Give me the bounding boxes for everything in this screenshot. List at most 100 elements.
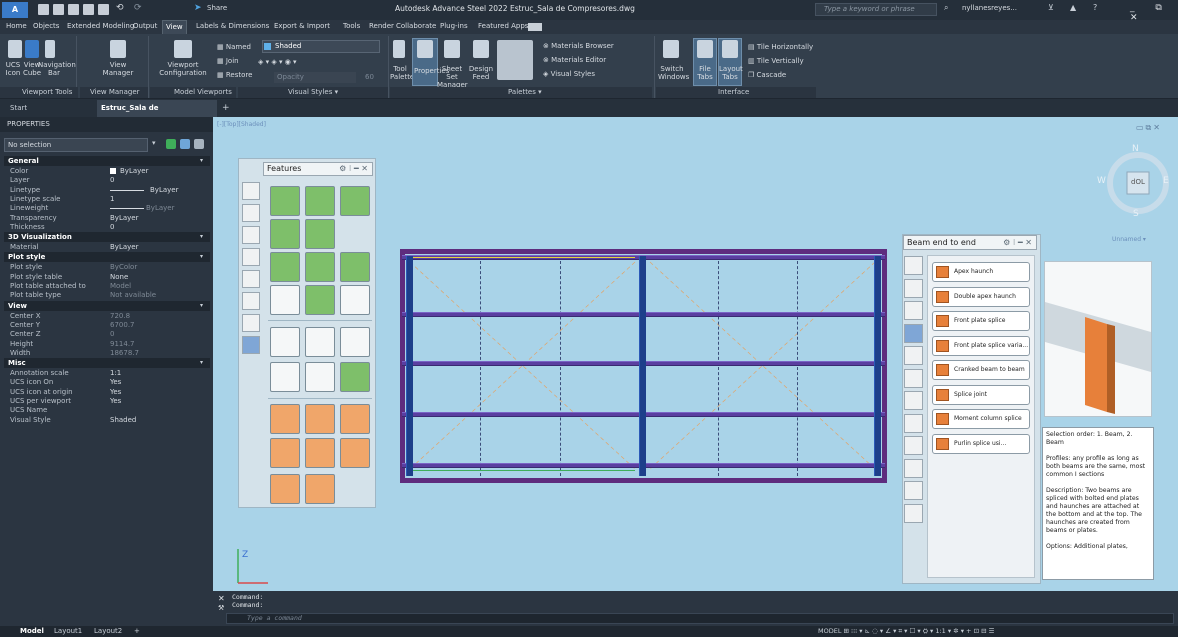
property-value[interactable]: Yes — [110, 388, 121, 396]
tab-output[interactable]: Output — [133, 22, 157, 30]
tab-render[interactable]: Render — [369, 22, 394, 30]
joint-item[interactable]: Front plate splice — [932, 311, 1030, 331]
visual-style-tools[interactable]: ◈ ▾ ◈ ▾ ◉ ▾ — [258, 58, 297, 66]
property-value[interactable]: ByLayer — [150, 186, 178, 194]
column-middle[interactable] — [639, 256, 646, 476]
tab-view[interactable]: View — [162, 20, 187, 34]
pin-tool-icon[interactable] — [904, 413, 923, 433]
select-objects-icon[interactable] — [180, 139, 190, 149]
tab-layout1[interactable]: Layout1 — [54, 627, 82, 635]
selection-dropdown[interactable]: No selection — [4, 138, 148, 152]
pattern-tool-icon[interactable] — [242, 336, 260, 354]
feature-tool-icon[interactable] — [305, 285, 335, 315]
view-manager-button[interactable]: View Manager — [100, 61, 136, 77]
tab-objects[interactable]: Objects — [33, 22, 59, 30]
joint-item[interactable]: Front plate splice varia... — [932, 335, 1030, 356]
feature-tool-icon[interactable] — [340, 404, 370, 434]
save-as-icon[interactable] — [83, 4, 94, 15]
materials-editor-button[interactable]: ⊗ Materials Editor — [543, 56, 606, 64]
property-value[interactable]: ByLayer — [120, 167, 148, 175]
plot-icon[interactable] — [98, 4, 109, 15]
switch-windows-button[interactable]: Switch Windows — [658, 65, 689, 81]
feature-tool-icon[interactable] — [340, 285, 370, 315]
compass-east[interactable]: E — [1163, 176, 1169, 186]
property-value[interactable]: 720.8 — [110, 312, 130, 320]
column-right[interactable] — [874, 256, 881, 476]
user-account[interactable]: nyllanesreyes... — [962, 4, 1017, 12]
palette-icons[interactable] — [497, 40, 533, 80]
feature-tool-icon[interactable] — [340, 186, 370, 216]
tab-featured-apps[interactable]: Featured Apps — [478, 22, 528, 30]
ucs-icon-button[interactable]: UCS Icon — [3, 61, 23, 77]
status-bar-tools[interactable]: MODEL ⊞ ⁝⁝⁝ ▾ ⊾ ◌ ▾ ∠ ▾ ⌗ ▾ ☐ ▾ ⛭ ▾ 1:1 … — [818, 627, 994, 636]
compass-west[interactable]: W — [1097, 176, 1106, 186]
feature-tool-icon[interactable] — [270, 219, 300, 249]
property-value[interactable]: 0 — [110, 330, 114, 338]
tab-model[interactable]: Model — [20, 627, 44, 635]
chevron-down-icon[interactable]: ▾ — [152, 139, 156, 147]
close-icon[interactable]: ✕ — [218, 594, 225, 603]
property-value[interactable]: Yes — [110, 397, 121, 405]
share-button[interactable]: Share — [207, 4, 227, 12]
feature-tool-icon[interactable] — [340, 362, 370, 392]
tile-vertically-button[interactable]: ▥ Tile Vertically — [748, 57, 804, 65]
clip-tool-icon[interactable] — [242, 182, 260, 200]
tab-labels-dimensions[interactable]: Labels & Dimensions — [196, 22, 269, 30]
file-tabs-button[interactable]: File Tabs — [694, 65, 716, 81]
feature-tool-icon[interactable] — [270, 252, 300, 282]
weld-tool-icon[interactable] — [242, 204, 260, 222]
palette-controls-icon[interactable]: ⚙ ⁝ ━ ✕ — [339, 163, 368, 175]
cascade-button[interactable]: ❐ Cascade — [748, 71, 786, 79]
column-tool-icon[interactable] — [904, 301, 923, 320]
base-tool-icon[interactable] — [904, 391, 923, 410]
feature-tool-icon[interactable] — [270, 362, 300, 392]
tab-export-import[interactable]: Export & Import — [274, 22, 330, 30]
section-general[interactable]: General ▾ — [4, 156, 210, 166]
tab-document[interactable]: Estruc_Sala de Compresores*✕ — [97, 100, 217, 129]
quick-select-icon[interactable] — [194, 139, 204, 149]
feature-tool-icon[interactable] — [305, 438, 335, 468]
property-value[interactable]: Shaded — [110, 416, 136, 424]
property-value[interactable]: ByLayer — [110, 243, 138, 251]
properties-button[interactable]: Properties — [414, 67, 449, 75]
feature-tool-icon[interactable] — [270, 285, 300, 315]
joint-item[interactable]: Purlin splice usi... — [932, 433, 1030, 454]
palette-controls-icon[interactable]: ⚙ ⁝ ━ ✕ — [1003, 236, 1032, 249]
join-viewports-button[interactable]: ▦ Join — [217, 57, 239, 65]
property-value[interactable]: 0 — [110, 176, 114, 184]
property-value[interactable]: Not available — [110, 291, 156, 299]
help-icon[interactable]: ? — [1093, 3, 1097, 12]
new-tab-button[interactable]: + — [222, 103, 230, 113]
feature-tool-icon[interactable] — [340, 327, 370, 357]
viewport-controls-label[interactable]: [-][Top][Shaded] — [217, 121, 266, 128]
feature-tool-icon[interactable] — [270, 327, 300, 357]
tab-tools[interactable]: Tools — [343, 22, 360, 30]
section-misc[interactable]: Misc ▾ — [4, 358, 210, 369]
property-value[interactable]: ByLayer — [146, 204, 174, 212]
tile-horizontally-button[interactable]: ▤ Tile Horizontally — [748, 43, 813, 51]
feature-tool-icon[interactable] — [340, 252, 370, 282]
tab-layout2[interactable]: Layout2 — [94, 627, 122, 635]
property-value[interactable]: None — [110, 273, 128, 281]
panel-viewport-tools[interactable]: Viewport Tools ▾ — [0, 87, 78, 107]
grid-tool-icon[interactable] — [242, 292, 260, 310]
copy-tool-icon[interactable] — [242, 314, 260, 332]
feature-tool-icon[interactable] — [270, 438, 300, 468]
property-value[interactable]: 1:1 — [110, 369, 121, 377]
angle-tool-icon[interactable] — [242, 248, 260, 266]
autodesk-account-icon[interactable]: ▲ — [1070, 3, 1076, 12]
tab-home[interactable]: Home — [6, 22, 27, 30]
viewport-configuration-button[interactable]: Viewport Configuration — [156, 61, 210, 77]
design-feed-button[interactable]: Design Feed — [467, 65, 495, 81]
plate-tool-icon[interactable] — [242, 270, 260, 288]
panel-palettes[interactable]: Palettes ▾ — [390, 87, 652, 98]
tab-start[interactable]: Start — [10, 104, 27, 112]
joint-item[interactable]: Apex haunch — [932, 262, 1030, 282]
search-icon[interactable]: ⌕ — [944, 3, 948, 13]
cross-tool-icon[interactable] — [904, 436, 923, 455]
compass-south[interactable]: S — [1133, 209, 1139, 219]
cleat-tool-icon[interactable] — [904, 368, 923, 388]
customize-icon[interactable]: ⚒ — [218, 604, 224, 612]
materials-browser-button[interactable]: ⊗ Materials Browser — [543, 42, 614, 50]
toggle-pickadd-icon[interactable] — [166, 139, 176, 149]
